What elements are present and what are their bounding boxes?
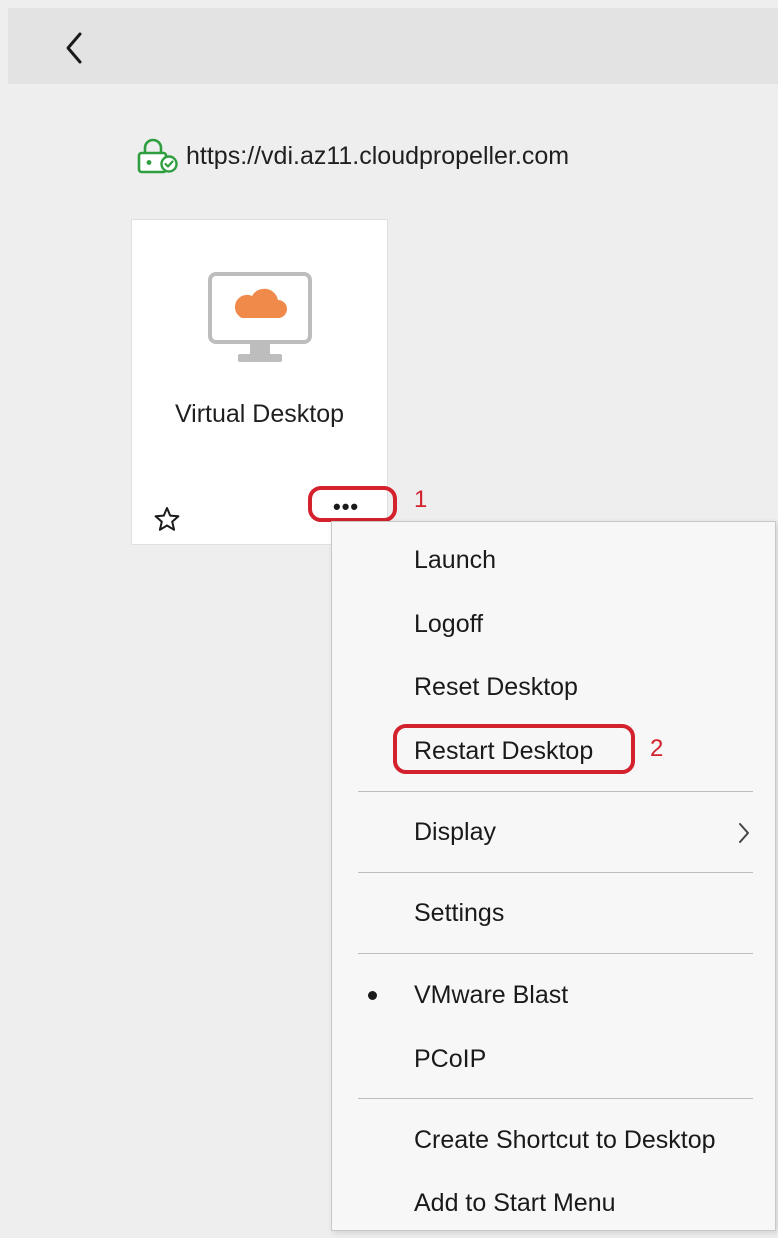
more-icon: ••• [333,494,360,519]
favorite-button[interactable] [152,504,182,534]
server-address: https://vdi.az11.cloudpropeller.com [136,138,569,174]
menu-item-restart-desktop[interactable]: Restart Desktop [332,724,775,778]
chevron-left-icon [66,32,82,64]
title-bar [8,8,778,84]
secure-lock-icon [137,138,178,174]
menu-separator [358,1098,753,1099]
desktop-name: Virtual Desktop [174,400,345,428]
menu-separator [358,953,753,954]
more-options-button[interactable]: ••• [312,490,396,524]
menu-item-vmware-blast[interactable]: VMware Blast [332,968,775,1022]
menu-item-display[interactable]: Display [332,805,775,859]
context-menu: Launch Logoff Reset Desktop Restart Desk… [331,521,776,1231]
menu-item-create-shortcut[interactable]: Create Shortcut to Desktop [332,1113,775,1167]
menu-separator [358,872,753,873]
server-url: https://vdi.az11.cloudpropeller.com [186,141,570,170]
menu-item-reset-desktop[interactable]: Reset Desktop [332,660,775,714]
menu-separator [358,791,753,792]
menu-item-launch[interactable]: Launch [332,533,775,587]
menu-item-logoff[interactable]: Logoff [332,597,775,651]
callout-step-2: 2 [650,735,664,762]
menu-item-add-to-start-menu[interactable]: Add to Start Menu [332,1176,775,1230]
desktop-tile[interactable]: Virtual Desktop ••• [131,219,388,545]
selected-bullet-icon [368,991,377,1000]
menu-item-settings[interactable]: Settings [332,886,775,940]
monitor-cloud-icon [208,272,312,362]
star-icon [154,507,180,531]
menu-item-vmware-blast-label: VMware Blast [414,980,569,1009]
menu-item-display-label: Display [414,817,496,846]
menu-item-pcoip[interactable]: PCoIP [332,1032,775,1086]
callout-step-1: 1 [414,486,428,513]
back-button[interactable] [52,26,96,70]
chevron-right-icon [739,823,749,843]
